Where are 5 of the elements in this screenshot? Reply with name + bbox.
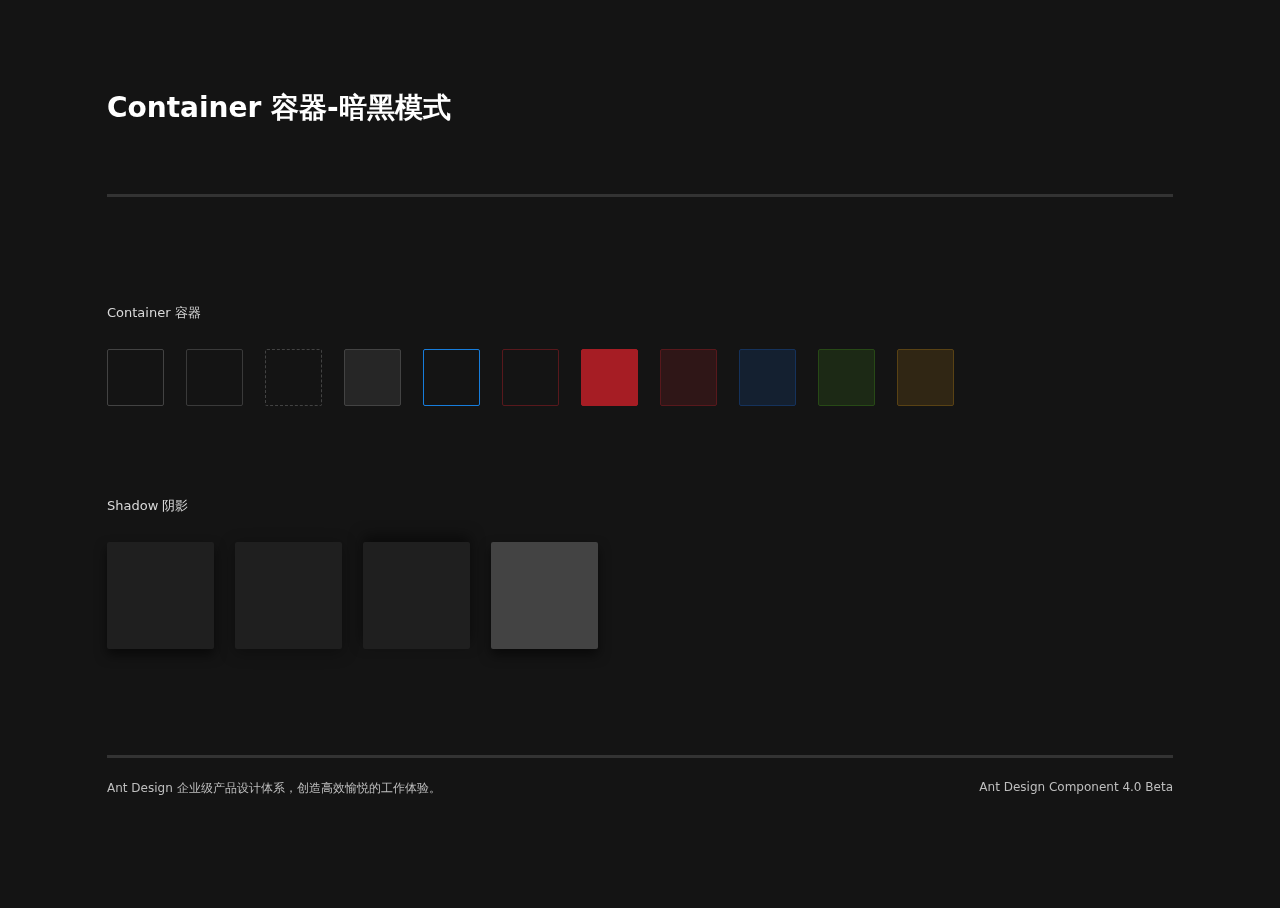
section-heading: Shadow 阴影 [107,497,190,515]
footer-version: Ant Design Component 4.0 Beta [979,780,1173,796]
footer-text: Ant Design 企业级产品设计体系，创造高效愉悦的工作体验。 [107,780,441,797]
section-heading: Container 容器 [107,304,202,322]
page-title: Container 容器-暗黑模式 [107,90,452,126]
